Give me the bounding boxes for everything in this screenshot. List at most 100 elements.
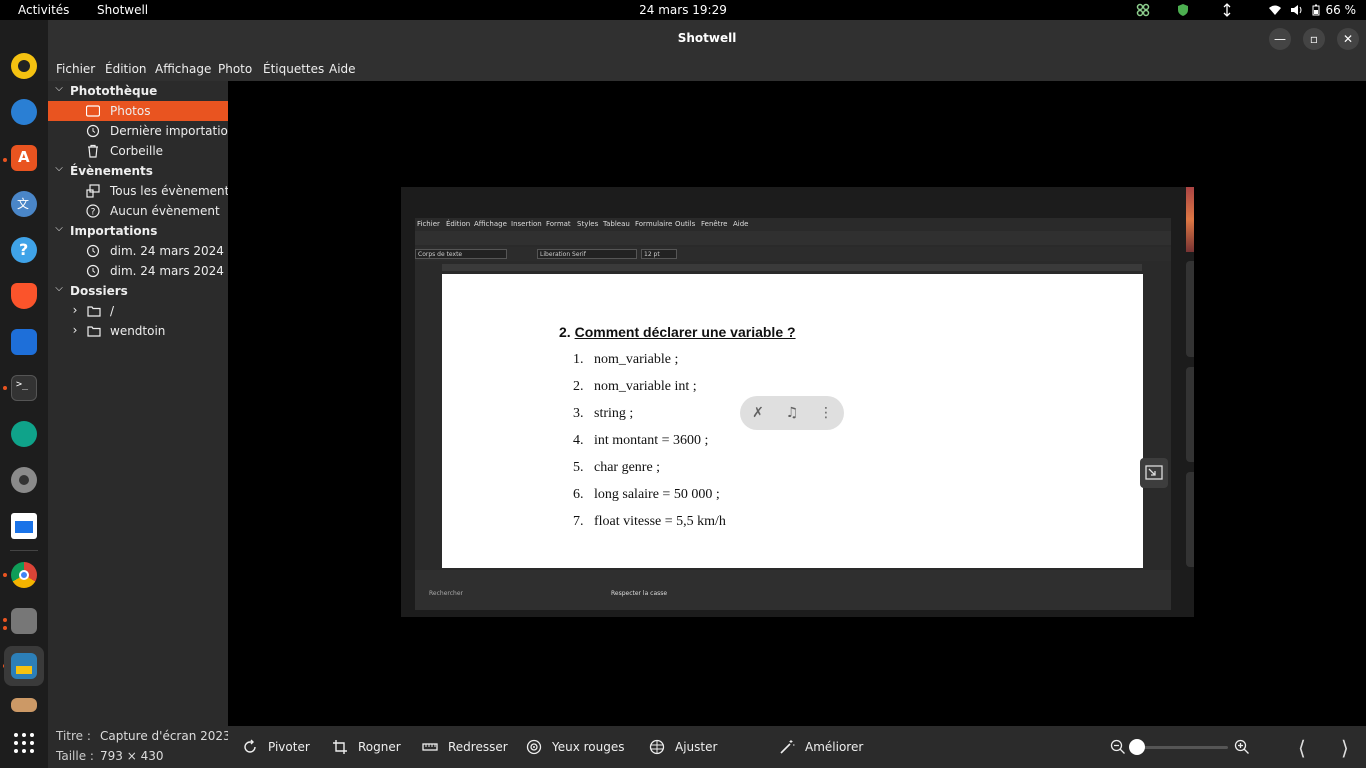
photo-edge-strip <box>1186 187 1194 252</box>
sidebar-item-all-events[interactable]: Tous les évènements <box>48 181 236 201</box>
chevron-down-icon[interactable]: ⌵ <box>54 223 64 234</box>
shotwell-icon[interactable] <box>11 653 37 679</box>
menu-aide[interactable]: Aide <box>329 62 356 76</box>
thunderbird-icon[interactable] <box>11 99 37 125</box>
terminal-icon[interactable]: >_ <box>11 375 37 401</box>
folder-icon <box>87 326 101 337</box>
writer-search-field: Rechercher <box>429 590 463 597</box>
previous-photo-button[interactable]: ⟨ <box>1298 736 1306 760</box>
folder-icon <box>87 306 101 317</box>
zoom-control <box>1110 738 1250 756</box>
translate-icon[interactable]: 文 <box>11 191 37 217</box>
enhance-button[interactable]: Améliorer <box>779 739 863 755</box>
sidebar-item-trash[interactable]: Corbeille <box>48 141 228 161</box>
crop-icon <box>333 740 347 754</box>
photo-image[interactable]: Fichier Édition Affichage Insertion Form… <box>401 187 1194 617</box>
sidebar-item-import-1[interactable]: dim. 24 mars 2024 1… <box>48 241 247 261</box>
sidebar-header-library[interactable]: ⌵ Photothèque <box>48 81 228 101</box>
speaker-off-icon[interactable]: ♫ <box>782 403 802 423</box>
history-icon <box>86 124 100 138</box>
brave-browser-icon[interactable] <box>11 283 37 309</box>
sidebar: ⌵ Photothèque Photos Dernière importatio… <box>48 81 247 726</box>
menu-photo[interactable]: Photo <box>218 62 252 76</box>
sidebar-item-no-event[interactable]: ? Aucun évènement <box>48 201 228 221</box>
help-icon[interactable]: ? <box>11 237 37 263</box>
writer-size-box: 12 pt <box>641 249 677 259</box>
mic-off-icon[interactable]: ✗ <box>748 403 768 423</box>
sidebar-item-folder-user[interactable]: › wendtoin <box>48 321 228 341</box>
sidebar-item-photos[interactable]: Photos <box>48 101 228 121</box>
document-heading: 2. Comment déclarer une variable ? <box>559 324 796 340</box>
sidebar-header-imports[interactable]: ⌵ Importations <box>48 221 228 241</box>
chevron-right-icon[interactable]: › <box>70 303 80 317</box>
title-label: Titre : <box>56 729 91 743</box>
chevron-down-icon[interactable]: ⌵ <box>54 163 64 174</box>
extension-icon[interactable] <box>1136 3 1150 17</box>
crop-button[interactable]: Rogner <box>332 739 401 755</box>
chevron-down-icon[interactable]: ⌵ <box>54 83 64 94</box>
zoom-slider-handle[interactable] <box>1128 739 1145 755</box>
photo-viewer[interactable]: Fichier Édition Affichage Insertion Form… <box>228 81 1366 726</box>
app-menu[interactable]: Shotwell <box>97 3 159 34</box>
menu-etiquettes[interactable]: Étiquettes <box>263 62 324 76</box>
straighten-button[interactable]: Redresser <box>422 739 508 755</box>
usb-drive-icon[interactable] <box>11 608 37 634</box>
history-icon <box>86 264 100 278</box>
events-icon <box>86 184 100 198</box>
size-value: 793 × 430 <box>100 749 164 763</box>
zoom-out-icon[interactable] <box>1110 739 1126 755</box>
edge-browser-icon[interactable] <box>11 421 37 447</box>
writer-style-box: Corps de texte <box>415 249 507 259</box>
writer-menu-item: Fenêtre <box>701 220 728 228</box>
chrome-icon[interactable] <box>11 562 37 588</box>
menu-bar: Fichier Édition Affichage Photo Étiquett… <box>48 56 1366 81</box>
network-transfer-icon <box>1223 3 1230 17</box>
rotate-button[interactable]: Pivoter <box>242 739 310 755</box>
writer-menu-item: Insertion <box>511 220 542 228</box>
zoom-in-icon[interactable] <box>1234 739 1250 755</box>
expand-icon[interactable] <box>1140 458 1168 488</box>
menu-affichage[interactable]: Affichage <box>155 62 211 76</box>
sidebar-header-folders[interactable]: ⌵ Dossiers <box>48 281 228 301</box>
next-photo-button[interactable]: ⟩ <box>1341 736 1349 760</box>
menu-edition[interactable]: Édition <box>105 62 147 76</box>
trash-icon <box>88 144 98 158</box>
app-center-icon[interactable]: A <box>11 145 37 171</box>
menu-fichier[interactable]: Fichier <box>56 62 95 76</box>
sidebar-item-import-2[interactable]: dim. 24 mars 2024 1… <box>48 261 247 281</box>
file-manager-icon[interactable] <box>11 329 37 355</box>
adjust-button[interactable]: Ajuster <box>649 739 717 755</box>
photos-icon <box>86 105 100 117</box>
writer-find-bar: Rechercher Respecter la casse <box>415 570 1171 610</box>
camera-icon[interactable] <box>11 698 37 712</box>
sidebar-header-events[interactable]: ⌵ Évènements <box>48 161 228 181</box>
sidebar-item-folder-root[interactable]: › / <box>48 301 228 321</box>
photo-metadata: Titre : Capture d'écran 2023-1… Taille :… <box>48 726 255 768</box>
shield-icon[interactable] <box>1176 3 1190 17</box>
question-icon: ? <box>86 204 100 218</box>
writer-icon[interactable] <box>11 513 37 539</box>
shotwell-window: Shotwell — ▫ ✕ Fichier Édition Affichage… <box>48 20 1366 768</box>
sidebar-item-last-import[interactable]: Dernière importation <box>48 121 236 141</box>
show-apps-icon[interactable] <box>13 732 35 754</box>
zoom-slider[interactable] <box>1132 746 1228 749</box>
close-button[interactable]: ✕ <box>1337 28 1359 50</box>
minimize-button[interactable]: — <box>1269 28 1291 50</box>
settings-icon[interactable] <box>11 467 37 493</box>
writer-menu-item: Fichier <box>417 220 440 228</box>
edit-toolbar: Pivoter Rogner Redresser Yeux rouges Aju… <box>228 726 1366 768</box>
volume-icon <box>1290 5 1301 15</box>
system-tray[interactable]: 66 % <box>1136 2 1356 18</box>
chevron-down-icon[interactable]: ⌵ <box>54 283 64 294</box>
writer-menu-item: Format <box>546 220 571 228</box>
more-options-icon[interactable]: ⋮ <box>816 403 836 423</box>
maximize-button[interactable]: ▫ <box>1303 28 1325 50</box>
title-bar[interactable]: Shotwell — ▫ ✕ <box>48 20 1366 56</box>
adjust-icon <box>649 739 665 755</box>
redeye-button[interactable]: Yeux rouges <box>526 739 625 755</box>
rhythmbox-icon[interactable] <box>11 53 37 79</box>
chevron-right-icon[interactable]: › <box>70 323 80 337</box>
writer-menu-item: Tableau <box>603 220 630 228</box>
activities-button[interactable]: Activités <box>18 3 69 17</box>
screen-share-overlay[interactable]: ✗ ♫ ⋮ <box>740 396 844 430</box>
